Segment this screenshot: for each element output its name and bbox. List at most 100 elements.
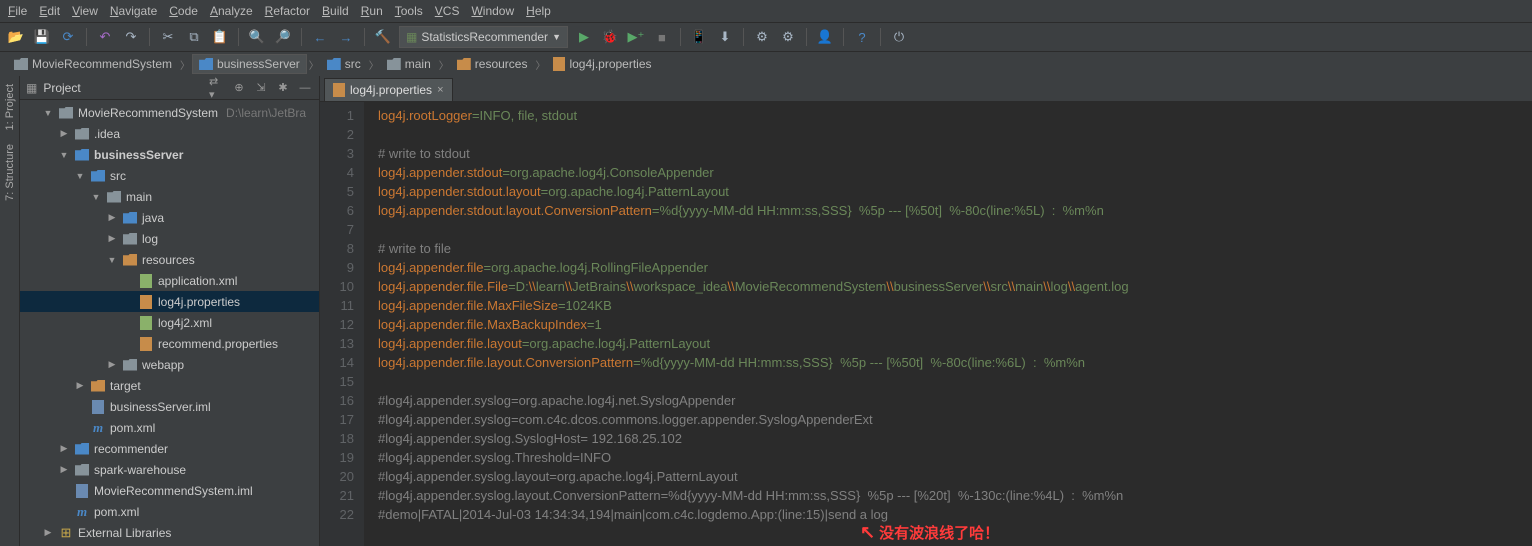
file-prop-icon	[138, 294, 154, 310]
build-icon[interactable]: 🔨	[373, 27, 393, 47]
project-tree[interactable]: ▼MovieRecommendSystemD:\learn\JetBra▶.id…	[20, 100, 319, 546]
tree-item-pom-xml[interactable]: mpom.xml	[20, 501, 319, 522]
menu-run[interactable]: Run	[361, 4, 383, 18]
tree-arrow-icon[interactable]: ▶	[106, 212, 118, 223]
close-tab-icon[interactable]: ×	[437, 84, 443, 96]
tree-item-target[interactable]: ▶target	[20, 375, 319, 396]
forward-icon[interactable]: →	[336, 27, 356, 47]
tree-arrow-icon[interactable]: ▶	[42, 527, 54, 538]
coverage-icon[interactable]: ▶⁺	[626, 27, 646, 47]
tree-item-resources[interactable]: ▼resources	[20, 249, 319, 270]
sdk-icon[interactable]: ⬇	[715, 27, 735, 47]
run-config-selector[interactable]: ▦ StatisticsRecommender ▼	[399, 26, 568, 48]
folder-blue-icon	[122, 210, 138, 226]
tree-item-movierecommendsystem[interactable]: ▼MovieRecommendSystemD:\learn\JetBra	[20, 102, 319, 123]
copy-icon[interactable]: ⧉	[184, 27, 204, 47]
menu-build[interactable]: Build	[322, 4, 349, 18]
find-icon[interactable]: 🔍	[247, 27, 267, 47]
tree-arrow-icon[interactable]: ▶	[58, 464, 70, 475]
menu-window[interactable]: Window	[471, 4, 514, 18]
tree-item-log4j2-xml[interactable]: log4j2.xml	[20, 312, 319, 333]
tree-item-movierecommendsystem-iml[interactable]: MovieRecommendSystem.iml	[20, 480, 319, 501]
redo-icon[interactable]: ↷	[121, 27, 141, 47]
editor-code[interactable]: log4j.rootLogger=INFO, file, stdout # wr…	[364, 102, 1532, 546]
scope-dropdown-icon[interactable]: ⇄ ▾	[209, 80, 225, 96]
breadcrumb-main[interactable]: main	[381, 55, 437, 73]
tree-item-pom-xml[interactable]: mpom.xml	[20, 417, 319, 438]
breadcrumb-movierecommendsystem[interactable]: MovieRecommendSystem	[8, 55, 178, 73]
tree-item-log4j-properties[interactable]: log4j.properties	[20, 291, 319, 312]
editor-tab-active[interactable]: log4j.properties ×	[324, 78, 453, 101]
paste-icon[interactable]: 📋	[210, 27, 230, 47]
locate-icon[interactable]: ⊕	[231, 80, 247, 96]
file-xml-icon	[138, 273, 154, 289]
menu-tools[interactable]: Tools	[395, 4, 423, 18]
breadcrumb-src[interactable]: src	[321, 55, 367, 73]
structure-icon[interactable]: ⚙	[752, 27, 772, 47]
tree-item-webapp[interactable]: ▶webapp	[20, 354, 319, 375]
exit-icon[interactable]: ⏻	[889, 27, 909, 47]
tree-item-log[interactable]: ▶log	[20, 228, 319, 249]
folder-blue-icon	[74, 441, 90, 457]
menu-code[interactable]: Code	[169, 4, 198, 18]
tree-arrow-icon[interactable]: ▼	[90, 192, 102, 202]
breadcrumb-log4j-properties[interactable]: log4j.properties	[547, 55, 657, 73]
side-tab-1-project[interactable]: 1: Project	[2, 80, 18, 134]
tree-arrow-icon[interactable]: ▼	[58, 150, 70, 160]
tree-arrow-icon[interactable]: ▼	[106, 255, 118, 265]
tree-item-main[interactable]: ▼main	[20, 186, 319, 207]
menu-vcs[interactable]: VCS	[435, 4, 460, 18]
tree-arrow-icon[interactable]: ▶	[106, 233, 118, 244]
undo-icon[interactable]: ↶	[95, 27, 115, 47]
menu-view[interactable]: View	[72, 4, 98, 18]
file-m-icon: m	[90, 420, 106, 436]
gear-icon[interactable]: ✱	[275, 80, 291, 96]
tree-arrow-icon[interactable]: ▼	[42, 108, 54, 118]
avd-icon[interactable]: 📱	[689, 27, 709, 47]
tree-item-java[interactable]: ▶java	[20, 207, 319, 228]
back-icon[interactable]: ←	[310, 27, 330, 47]
tree-arrow-icon[interactable]: ▶	[58, 128, 70, 139]
sync-icon[interactable]: ⟳	[58, 27, 78, 47]
menu-help[interactable]: Help	[526, 4, 551, 18]
open-icon[interactable]: 📂	[6, 27, 26, 47]
menu-refactor[interactable]: Refactor	[265, 4, 310, 18]
breadcrumb: MovieRecommendSystem〉businessServer〉src〉…	[0, 52, 1532, 76]
menu-analyze[interactable]: Analyze	[210, 4, 253, 18]
debug-icon[interactable]: 🐞	[600, 27, 620, 47]
tree-item-businessserver[interactable]: ▼businessServer	[20, 144, 319, 165]
tree-item-application-xml[interactable]: application.xml	[20, 270, 319, 291]
cut-icon[interactable]: ✂	[158, 27, 178, 47]
tree-item-spark-warehouse[interactable]: ▶spark-warehouse	[20, 459, 319, 480]
hide-icon[interactable]: —	[297, 80, 313, 96]
tree-arrow-icon[interactable]: ▶	[74, 380, 86, 391]
tree-item-businessserver-iml[interactable]: businessServer.iml	[20, 396, 319, 417]
tree-item-recommend-properties[interactable]: recommend.properties	[20, 333, 319, 354]
tree-item-external-libraries[interactable]: ▶⊞External Libraries	[20, 522, 319, 543]
collapse-icon[interactable]: ⇲	[253, 80, 269, 96]
breadcrumb-resources[interactable]: resources	[451, 55, 534, 73]
profile-icon[interactable]: 👤	[815, 27, 835, 47]
project-tool-window: ▦ Project ⇄ ▾ ⊕ ⇲ ✱ — ▼MovieRecommendSys…	[20, 76, 320, 546]
tree-arrow-icon[interactable]: ▶	[106, 359, 118, 370]
menu-edit[interactable]: Edit	[39, 4, 60, 18]
tree-item-recommender[interactable]: ▶recommender	[20, 438, 319, 459]
help-icon[interactable]: ?	[852, 27, 872, 47]
folder-icon	[387, 58, 401, 70]
replace-icon[interactable]: 🔎	[273, 27, 293, 47]
menu-file[interactable]: File	[8, 4, 27, 18]
settings-icon[interactable]: ⚙	[778, 27, 798, 47]
run-icon[interactable]: ▶	[574, 27, 594, 47]
tree-item--idea[interactable]: ▶.idea	[20, 123, 319, 144]
file-prop-icon	[138, 336, 154, 352]
tree-item-src[interactable]: ▼src	[20, 165, 319, 186]
stop-icon[interactable]: ■	[652, 27, 672, 47]
editor-gutter: 12345678910111213141516171819202122	[320, 102, 364, 546]
folder-icon	[327, 58, 341, 70]
breadcrumb-businessserver[interactable]: businessServer	[192, 54, 307, 74]
menu-navigate[interactable]: Navigate	[110, 4, 157, 18]
save-icon[interactable]: 💾	[32, 27, 52, 47]
tree-arrow-icon[interactable]: ▼	[74, 171, 86, 181]
tree-arrow-icon[interactable]: ▶	[58, 443, 70, 454]
side-tab-7-structure[interactable]: 7: Structure	[2, 140, 18, 205]
